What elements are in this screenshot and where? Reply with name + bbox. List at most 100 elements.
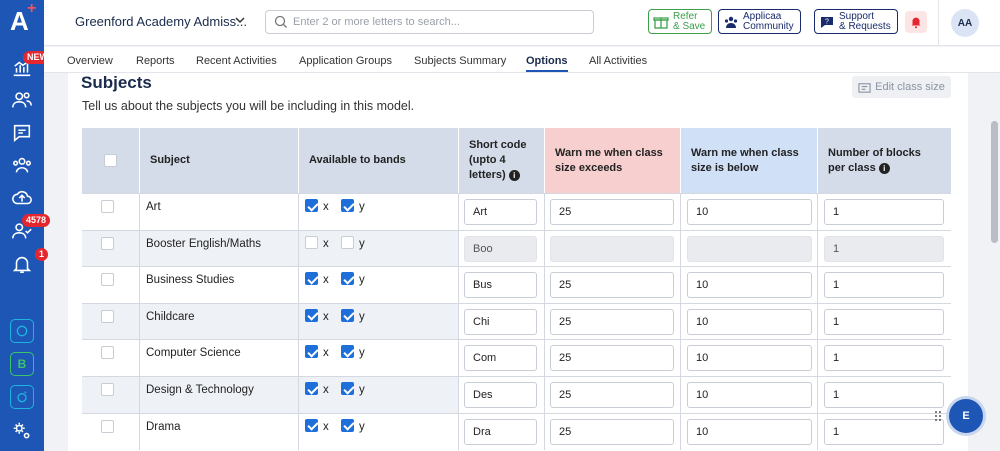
warn-below-input[interactable] (687, 235, 812, 262)
warn-exceeds-input[interactable]: 25 (550, 418, 674, 445)
product-b-icon[interactable]: B (10, 352, 34, 376)
band-x-checkbox[interactable] (305, 308, 318, 322)
table-row: Business Studies x y Bus 25 10 1 (82, 266, 951, 304)
bell-icon[interactable] (10, 252, 34, 276)
support-requests-button[interactable]: ? Support & Requests (814, 9, 898, 34)
warn-below-input[interactable]: 10 (687, 272, 812, 299)
band-x-checkbox[interactable] (305, 199, 318, 212)
bands-cell: xy (299, 340, 459, 377)
band-x-checkbox[interactable] (305, 345, 318, 359)
table-row: Childcare x y Chi 25 10 1 (82, 302, 951, 340)
app-title[interactable]: Greenford Academy Admiss... (75, 14, 247, 29)
tab-options[interactable]: Options (526, 55, 568, 72)
warn-exceeds-input[interactable]: 25 (550, 382, 674, 408)
scrollbar[interactable] (989, 73, 1000, 451)
bands-cell: xy (299, 303, 459, 340)
app-logo[interactable]: A + (10, 0, 36, 37)
info-icon[interactable]: i (508, 170, 520, 181)
row-checkbox[interactable] (101, 383, 114, 396)
tab-subjects-summary[interactable]: Subjects Summary (414, 55, 506, 67)
scrollbar-thumb[interactable] (991, 121, 998, 243)
tab-overview[interactable]: Overview (67, 55, 113, 67)
warn-below-cell: 10 (681, 377, 818, 413)
band-y-checkbox[interactable] (341, 308, 354, 322)
short-code-input[interactable]: Chi (464, 308, 537, 335)
short-code-input[interactable]: Art (464, 199, 537, 225)
warn-below-input[interactable]: 10 (687, 199, 812, 225)
gift-icon (653, 16, 669, 29)
row-checkbox[interactable] (101, 419, 114, 433)
alert-bell-button[interactable] (905, 11, 927, 33)
blocks-input[interactable]: 1 (824, 308, 944, 335)
bands-cell: xy (299, 194, 459, 230)
blocks-input[interactable]: 1 (824, 272, 944, 299)
band-x-label: x (323, 201, 329, 213)
warn-below-input[interactable]: 10 (687, 382, 812, 408)
drag-handle-icon[interactable] (934, 410, 942, 422)
band-x-label: x (323, 274, 329, 287)
row-checkbox[interactable] (101, 236, 114, 250)
warn-exceeds-input[interactable]: 25 (550, 308, 674, 335)
subject-name: Childcare (146, 310, 195, 323)
band-y-checkbox[interactable] (341, 235, 354, 249)
warn-exceeds-input[interactable] (550, 235, 674, 262)
blocks-input[interactable]: 1 (824, 418, 944, 445)
subject-cell: Computer Science (140, 340, 299, 377)
edit-class-size-button[interactable]: Edit class size (852, 76, 951, 98)
blocks-input[interactable]: 1 (824, 199, 944, 225)
row-checkbox[interactable] (101, 309, 114, 323)
search-input[interactable] (293, 13, 588, 31)
blocks-input[interactable]: 1 (824, 235, 944, 262)
section-title: Subjects (81, 73, 152, 92)
group-icon[interactable] (10, 153, 34, 177)
blocks-input[interactable]: 1 (824, 382, 944, 408)
row-checkbox[interactable] (101, 200, 114, 213)
subject-name: Art (146, 201, 161, 213)
refer-save-button[interactable]: Refer & Save (648, 9, 713, 34)
band-y-checkbox[interactable] (341, 382, 354, 395)
band-y-checkbox[interactable] (341, 272, 354, 286)
short-code-input[interactable]: Boo (464, 235, 537, 262)
tab-recent-activities[interactable]: Recent Activities (196, 55, 277, 67)
band-x-checkbox[interactable] (305, 382, 318, 395)
users-icon[interactable] (10, 88, 34, 112)
tab-application-groups[interactable]: Application Groups (299, 55, 392, 67)
blocks-input[interactable]: 1 (824, 345, 944, 372)
short-code-input[interactable]: Dra (464, 418, 537, 445)
messages-icon[interactable] (10, 121, 34, 145)
product-o-alt-icon[interactable] (10, 385, 34, 409)
warn-below-input[interactable]: 10 (687, 345, 812, 372)
info-icon[interactable]: i (878, 162, 890, 174)
warn-below-input[interactable]: 10 (687, 418, 812, 445)
warn-exceeds-input[interactable]: 25 (550, 199, 674, 225)
short-code-input[interactable]: Bus (464, 272, 537, 299)
band-x-checkbox[interactable] (305, 235, 318, 249)
chevron-down-icon[interactable] (233, 13, 247, 27)
band-y-label: y (359, 237, 365, 250)
tab-all-activities[interactable]: All Activities (589, 55, 647, 67)
row-checkbox[interactable] (101, 346, 114, 360)
warn-exceeds-cell: 25 (545, 267, 681, 304)
upload-cloud-icon[interactable] (10, 186, 34, 210)
band-y-checkbox[interactable] (341, 418, 354, 432)
band-y-label: y (359, 310, 365, 323)
row-select-cell (82, 303, 140, 340)
warn-exceeds-input[interactable]: 25 (550, 345, 674, 372)
help-chat-button[interactable]: E (946, 396, 986, 436)
select-all-checkbox[interactable] (104, 154, 117, 167)
community-button[interactable]: Applicaa Community (718, 9, 801, 34)
subject-cell: Business Studies (140, 267, 299, 304)
band-y-checkbox[interactable] (341, 345, 354, 359)
band-y-checkbox[interactable] (341, 199, 354, 212)
user-avatar[interactable]: AA (951, 9, 979, 37)
warn-exceeds-input[interactable]: 25 (550, 272, 674, 299)
product-o-icon[interactable] (10, 319, 34, 343)
short-code-input[interactable]: Com (464, 345, 537, 372)
short-code-input[interactable]: Des (464, 382, 537, 408)
warn-below-input[interactable]: 10 (687, 308, 812, 335)
tab-reports[interactable]: Reports (136, 55, 175, 67)
settings-gear-icon[interactable] (10, 419, 34, 443)
band-x-checkbox[interactable] (305, 272, 318, 286)
band-x-checkbox[interactable] (305, 418, 318, 432)
row-checkbox[interactable] (101, 273, 114, 287)
